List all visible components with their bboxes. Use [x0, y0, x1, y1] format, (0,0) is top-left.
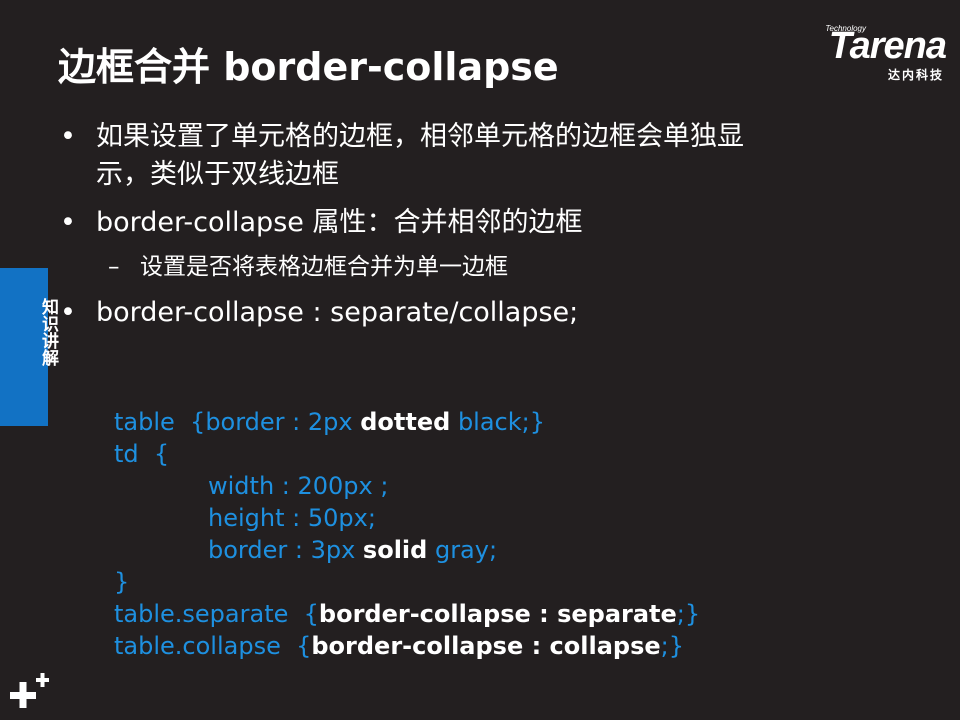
sub-bullet-marker: – — [108, 254, 120, 280]
code-keyword: solid — [362, 536, 428, 564]
sub-bullet-text: 设置是否将表格边框合并为单一边框 — [140, 254, 508, 280]
bullet-item: • 如果设置了单元格的边框，相邻单元格的边框会单独显 示，类似于双线边框 — [58, 118, 898, 194]
code-text: gray; — [427, 536, 498, 564]
code-keyword: border-collapse : collapse — [311, 632, 661, 660]
code-keyword: border-collapse : separate — [318, 600, 677, 628]
logo-brand-text: Tarena — [828, 25, 947, 67]
code-text: td { — [114, 440, 170, 468]
bullet-marker: • — [60, 207, 76, 238]
bullet-text: border-collapse : separate/collapse; — [96, 297, 579, 328]
code-text: table.collapse { — [114, 632, 312, 660]
code-line: height : 50px; — [114, 502, 700, 534]
slide-title: 边框合并 border-collapse — [58, 45, 559, 89]
bullet-item: • border-collapse 属性：合并相邻的边框 — [58, 204, 898, 242]
logo-chinese-text: 达内科技 — [887, 68, 944, 82]
plus-plus-icon — [10, 673, 49, 708]
code-line: table.separate {border-collapse : separa… — [114, 598, 700, 630]
bullet-text-line: 示，类似于双线边框 — [96, 159, 339, 190]
code-text: height : 50px; — [208, 504, 376, 532]
code-text: ;} — [676, 600, 701, 628]
side-tab-label: 知识讲解 — [38, 298, 58, 366]
code-text: } — [114, 568, 130, 596]
code-line: table.collapse {border-collapse : collap… — [114, 630, 700, 662]
code-text: border : 3px — [208, 536, 363, 564]
bullet-text: border-collapse 属性：合并相邻的边框 — [96, 207, 583, 238]
code-keyword: dotted — [360, 408, 451, 436]
bullet-item: • border-collapse : separate/collapse; — [58, 294, 898, 332]
code-text: table {border : 2px — [114, 408, 361, 436]
code-text: ;} — [660, 632, 685, 660]
code-line: border : 3px solid gray; — [114, 534, 700, 566]
code-line: } — [114, 566, 700, 598]
code-text: black;} — [450, 408, 545, 436]
bullet-marker: • — [60, 297, 76, 328]
code-line: td { — [114, 438, 700, 470]
bullet-text-line: 如果设置了单元格的边框，相邻单元格的边框会单独显 — [96, 121, 744, 152]
bullet-marker: • — [60, 121, 76, 152]
sub-bullet-item: – 设置是否将表格边框合并为单一边框 — [58, 252, 898, 282]
code-text: width : 200px ; — [208, 472, 389, 500]
bullet-list: • 如果设置了单元格的边框，相邻单元格的边框会单独显 示，类似于双线边框 • b… — [58, 118, 898, 342]
code-line: width : 200px ; — [114, 470, 700, 502]
side-tab: 知识讲解 — [0, 268, 58, 426]
code-line: table {border : 2px dotted black;} — [114, 406, 700, 438]
tarena-logo: Technology Tarena 达内科技 — [776, 22, 947, 84]
code-text: table.separate { — [114, 600, 319, 628]
code-block: table {border : 2px dotted black;} td { … — [114, 406, 700, 662]
